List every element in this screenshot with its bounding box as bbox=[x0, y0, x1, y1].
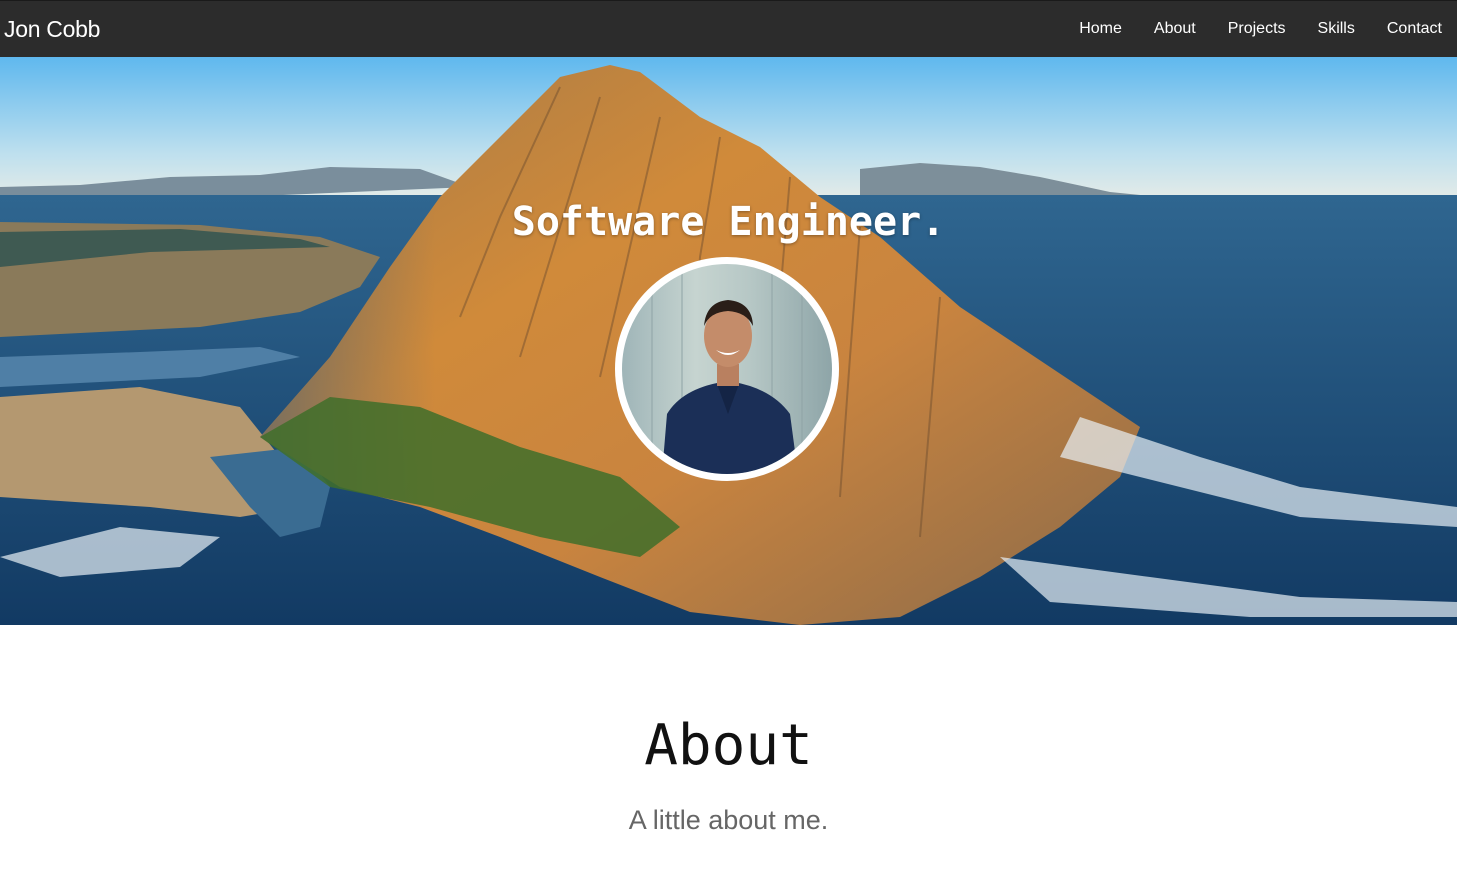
top-navbar: Jon Cobb Home About Projects Skills Cont… bbox=[0, 0, 1457, 57]
hero-banner: Software Engineer. bbox=[0, 57, 1457, 625]
nav-about-link[interactable]: About bbox=[1154, 20, 1196, 38]
nav-skills-link[interactable]: Skills bbox=[1318, 20, 1355, 38]
nav-home-link[interactable]: Home bbox=[1079, 20, 1122, 38]
hero-title: Software Engineer. bbox=[511, 199, 946, 245]
about-section: About A little about me. bbox=[0, 625, 1457, 881]
profile-photo-icon bbox=[651, 264, 803, 474]
about-heading: About bbox=[644, 713, 813, 778]
nav-contact-link[interactable]: Contact bbox=[1387, 20, 1442, 38]
nav-projects-link[interactable]: Projects bbox=[1228, 20, 1286, 38]
profile-avatar bbox=[615, 257, 839, 481]
nav-links: Home About Projects Skills Contact bbox=[1047, 20, 1442, 38]
about-subheading: A little about me. bbox=[628, 805, 829, 835]
brand-link[interactable]: Jon Cobb bbox=[4, 16, 100, 43]
